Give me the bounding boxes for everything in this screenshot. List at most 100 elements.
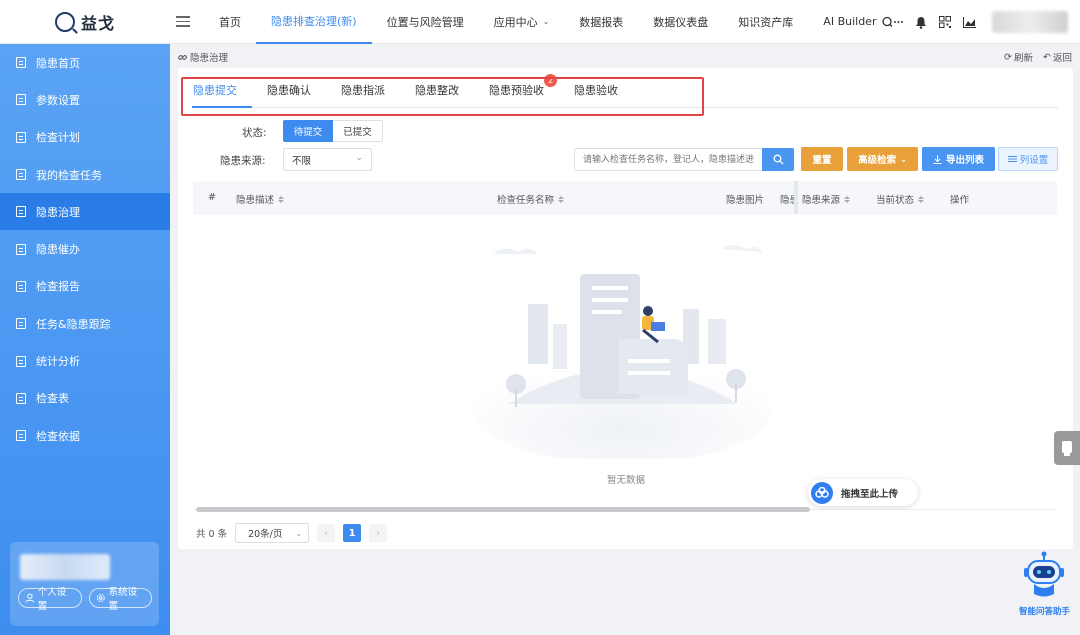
nav-item-knowledge[interactable]: 知识资产库 (723, 0, 808, 44)
column-header-label: 隐患图片 (726, 195, 765, 206)
download-icon (933, 155, 942, 164)
user-icon (25, 593, 35, 603)
system-settings-button[interactable]: 系统设置 (89, 587, 152, 612)
column-header-label: 隐患描述 (236, 195, 275, 206)
assistant-label[interactable]: 智能问答助手 (1019, 605, 1070, 617)
breadcrumb: 隐患治理 (178, 50, 228, 64)
sidebar-item-statistics[interactable]: 统计分析 (0, 342, 170, 379)
nav-item-data-reports[interactable]: 数据报表 (564, 0, 638, 44)
column-settings-button[interactable]: 列设置 (998, 147, 1058, 171)
sidebar-item-reports[interactable]: 检查报告 (0, 268, 170, 305)
user-avatar[interactable] (992, 11, 1068, 33)
page-actions: ⟳ 刷新 ↶ 返回 (1004, 50, 1072, 65)
search-more-icon[interactable] (882, 15, 904, 29)
drag-upload-button[interactable]: 拖拽至此上传 (808, 479, 918, 506)
advanced-search-label: 高级检索 (858, 155, 897, 166)
bell-icon[interactable] (914, 15, 928, 29)
column-header-description[interactable]: 隐患描述 (236, 192, 284, 206)
nav-label: AI Builder (823, 15, 877, 28)
side-float-widget[interactable] (1054, 431, 1080, 465)
reset-button[interactable]: 重置 (801, 147, 843, 171)
document-icon (16, 57, 26, 69)
tab-label: 隐患提交 (193, 84, 237, 97)
refresh-button[interactable]: ⟳ 刷新 (1004, 50, 1034, 65)
tab-hazard-confirm[interactable]: 隐患确认 (252, 82, 326, 108)
tab-hazard-pre-accept[interactable]: 隐患预验收 2 (474, 74, 559, 108)
pagination: 共 0 条 20条/页 ⌄ ‹ 1 › (196, 523, 388, 543)
horizontal-scrollbar[interactable] (196, 507, 810, 512)
sidebar-item-params[interactable]: 参数设置 (0, 81, 170, 118)
next-page-button[interactable]: › (369, 524, 388, 542)
sort-icon[interactable] (844, 196, 850, 203)
fixed-column-divider (794, 181, 798, 214)
nav-label: 知识资产库 (738, 15, 794, 29)
page-size-value: 20条/页 (248, 529, 283, 540)
sort-icon[interactable] (918, 196, 924, 203)
search-button[interactable] (762, 148, 794, 171)
sidebar-item-label: 任务&隐患跟踪 (36, 317, 111, 331)
nav-item-home[interactable]: 首页 (204, 0, 256, 44)
tab-hazard-submit[interactable]: 隐患提交 (192, 82, 252, 108)
export-list-button[interactable]: 导出列表 (922, 147, 995, 171)
page-size-select[interactable]: 20条/页 ⌄ (235, 523, 310, 543)
column-header-index: # (208, 192, 216, 203)
edit-document-icon (16, 206, 26, 218)
table-header: # 隐患描述 检查任务名称 隐患图片 隐患 隐患来源 当前状态 操作 (193, 181, 1057, 214)
nav-item-location-risk[interactable]: 位置与风险管理 (372, 0, 479, 44)
chart-icon[interactable] (962, 15, 976, 29)
column-header-label: 当前状态 (876, 195, 915, 206)
document-icon (16, 94, 26, 106)
breadcrumb-current[interactable]: 隐患治理 (190, 50, 228, 64)
sidebar-item-label: 隐患治理 (36, 205, 80, 219)
sidebar-item-tracking[interactable]: 任务&隐患跟踪 (0, 305, 170, 342)
nav-item-dashboard[interactable]: 数据仪表盘 (638, 0, 723, 44)
sidebar-item-urge[interactable]: 隐患催办 (0, 230, 170, 267)
status-option-submitted[interactable]: 已提交 (333, 120, 383, 142)
tab-label: 隐患验收 (574, 84, 618, 97)
nav-label: 数据仪表盘 (653, 15, 709, 29)
search-input[interactable] (574, 148, 763, 171)
prev-page-button[interactable]: ‹ (317, 524, 336, 542)
chevron-down-icon: ⌄ (542, 17, 550, 26)
count-badge: 2 (544, 74, 557, 87)
profile-settings-button[interactable]: 个人设置 (18, 587, 82, 612)
robot-assistant-icon[interactable] (1019, 550, 1069, 600)
back-button[interactable]: ↶ 返回 (1043, 50, 1072, 65)
sidebar-item-hazard-home[interactable]: 隐患首页 (0, 44, 170, 81)
logo-text: 益戈 (80, 13, 115, 33)
sidebar-item-my-tasks[interactable]: 我的检查任务 (0, 156, 170, 193)
source-select[interactable]: 不限 ⌄ (283, 148, 372, 171)
nav-item-ai-builder[interactable]: AI Builder (808, 0, 891, 44)
advanced-search-button[interactable]: 高级检索 ⌄ (847, 147, 918, 171)
sidebar-item-label: 检查依据 (36, 429, 80, 443)
column-header-status[interactable]: 当前状态 (876, 192, 924, 206)
drag-upload-label: 拖拽至此上传 (841, 488, 899, 500)
tab-label: 隐患指派 (341, 84, 385, 97)
sort-icon[interactable] (558, 196, 564, 203)
chevron-down-icon: ⌄ (295, 528, 303, 538)
sort-icon[interactable] (278, 196, 284, 203)
nav-item-hazard-governance[interactable]: 隐患排查治理(新) (256, 0, 372, 44)
column-header-task-name[interactable]: 检查任务名称 (497, 192, 564, 206)
sidebar-collapse-button[interactable] (168, 0, 198, 44)
status-option-pending[interactable]: 待提交 (283, 120, 333, 142)
tab-hazard-rectify[interactable]: 隐患整改 (400, 82, 474, 108)
refresh-icon: ⟳ (1004, 51, 1012, 63)
nav-item-app-center[interactable]: 应用中心 ⌄ (479, 0, 565, 44)
tab-hazard-assign[interactable]: 隐患指派 (326, 82, 400, 108)
refresh-label: 刷新 (1014, 53, 1034, 64)
sidebar-item-label: 检查计划 (36, 131, 80, 145)
system-settings-label: 系统设置 (108, 587, 138, 612)
document-icon (16, 169, 26, 181)
column-header-source[interactable]: 隐患来源 (802, 192, 850, 206)
sidebar-item-checklist[interactable]: 检查表 (0, 380, 170, 417)
page-number-button[interactable]: 1 (343, 524, 362, 542)
column-header-label: 检查任务名称 (497, 195, 555, 206)
app-logo[interactable]: 益戈 (0, 0, 170, 44)
qrcode-icon[interactable] (938, 15, 952, 29)
tab-hazard-accept[interactable]: 隐患验收 (559, 82, 633, 108)
sidebar-item-basis[interactable]: 检查依据 (0, 417, 170, 454)
sidebar-item-hazard-governance[interactable]: 隐患治理 (0, 193, 170, 231)
sidebar-item-inspection-plan[interactable]: 检查计划 (0, 119, 170, 156)
document-icon (16, 355, 26, 367)
